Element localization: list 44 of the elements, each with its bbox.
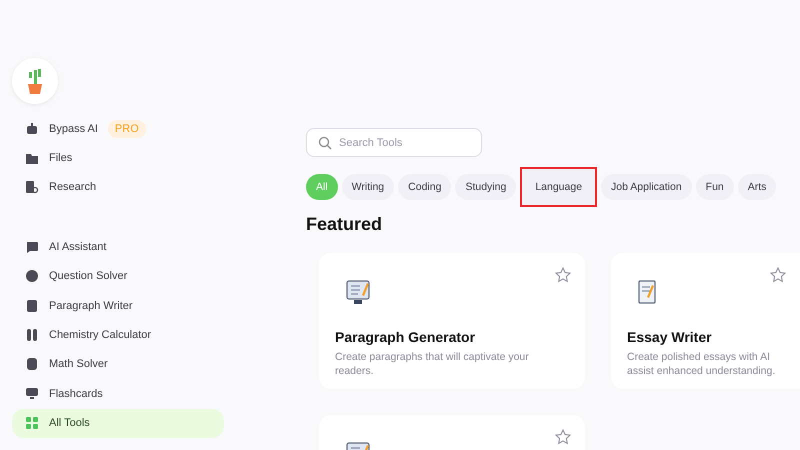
item-label: Files (49, 152, 72, 164)
grid-icon (25, 416, 39, 430)
sidebar-item[interactable]: Research (12, 172, 224, 202)
star-icon[interactable] (555, 267, 571, 283)
sidebar-item[interactable]: Bypass AI PRO (12, 114, 224, 144)
item-label: Math Solver (49, 358, 108, 370)
item-label: Flashcards (49, 388, 103, 400)
pro-badge: PRO (108, 120, 146, 138)
cactus-logo[interactable] (12, 58, 58, 104)
chat-icon (25, 240, 39, 254)
card-description: Create paragraphs that will captivate your readers. (335, 350, 530, 378)
filter-chip[interactable]: Coding (398, 174, 452, 200)
sidebar-item[interactable]: Question Solver (12, 262, 224, 291)
sidebar-item[interactable]: Paragraph Writer (12, 290, 224, 320)
star-icon[interactable] (555, 429, 571, 445)
filter-chip[interactable]: Arts (738, 174, 776, 200)
tool-card[interactable]: Essay Writer Create polished essays with AI assist enhanced understanding. (611, 253, 800, 389)
filter-chip[interactable]: Language (520, 167, 598, 207)
filter-chip[interactable]: Writing (342, 174, 394, 200)
sidebar-item[interactable]: Chemistry Calculator (12, 320, 224, 350)
filter-chip[interactable]: Fun (696, 174, 734, 200)
search-field[interactable]: Search Tools (306, 128, 482, 157)
item-label: Paragraph Writer (49, 300, 133, 312)
card-title: Essay Writer (627, 329, 713, 345)
sidebar-item[interactable]: AI Assistant (12, 232, 224, 262)
sidebar-item[interactable]: Files (12, 143, 224, 173)
folder-icon (25, 151, 39, 166)
sidebar-item[interactable]: Flashcards (12, 379, 224, 409)
research-icon (25, 180, 39, 194)
item-label: Chemistry Calculator (49, 329, 152, 342)
item-label: Research (49, 181, 96, 194)
sidebar-item[interactable]: All Tools (12, 408, 224, 438)
sidebar-item[interactable]: Math Solver (12, 350, 224, 380)
item-label: All Tools (49, 417, 90, 430)
item-label: AI Assistant (49, 240, 106, 253)
filter-chip[interactable]: Studying (455, 174, 516, 200)
card-title: Paragraph Generator (335, 329, 476, 345)
section-title: Featured (306, 214, 384, 235)
star-icon[interactable] (770, 267, 786, 283)
item-label: Bypass AI (49, 122, 98, 135)
filter-chip[interactable]: Job Application (601, 174, 692, 200)
tool-card[interactable]: Paragraph Generator Create paragraphs that will captivate your readers. (319, 253, 585, 389)
item-label: Question Solver (49, 270, 128, 282)
card-description: Create polished essays with AI assist enhanced understanding. (627, 350, 776, 378)
